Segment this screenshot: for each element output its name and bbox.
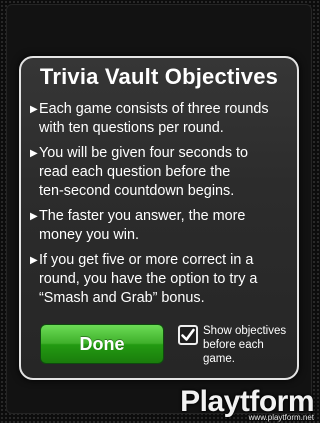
objectives-dialog: Trivia Vault Objectives ▶ Each game cons… xyxy=(19,56,299,380)
objective-line: round, you have the option to try a xyxy=(39,271,258,287)
watermark-url: www.playtform.net xyxy=(248,413,314,422)
bullet-arrow-icon: ▶ xyxy=(30,148,38,159)
bullet-arrow-icon: ▶ xyxy=(30,255,38,266)
done-button[interactable]: Done xyxy=(40,324,164,364)
objective-line: money you win. xyxy=(39,227,139,243)
objective-line: You will be given four seconds to xyxy=(39,145,249,161)
objective-line: “Smash and Grab” bonus. xyxy=(39,290,205,306)
objective-item: ▶ You will be given four seconds to read… xyxy=(30,144,302,201)
show-objectives-checkbox-wrap[interactable] xyxy=(178,325,198,345)
dialog-title: Trivia Vault Objectives xyxy=(39,64,279,89)
objective-item: ▶ Each game consists of three rounds wit… xyxy=(30,100,302,138)
bullet-arrow-icon: ▶ xyxy=(30,211,38,222)
objective-item: ▶ If you get five or more correct in a r… xyxy=(30,251,302,308)
objective-line: read each question before the xyxy=(39,164,231,180)
show-objectives-label-line: game. xyxy=(203,353,235,365)
show-objectives-label: Show objectives before each game. xyxy=(203,324,297,366)
objective-line: If you get five or more correct in a xyxy=(39,252,254,268)
bullet-arrow-icon: ▶ xyxy=(30,104,38,115)
objective-item: ▶ The faster you answer, the more money … xyxy=(30,207,302,245)
objective-line: Each game consists of three rounds xyxy=(39,101,269,117)
show-objectives-label-line: before each xyxy=(203,339,264,351)
objective-line: with ten questions per round. xyxy=(39,120,224,136)
objectives-list: ▶ Each game consists of three rounds wit… xyxy=(30,100,302,314)
checkmark-icon xyxy=(181,328,195,341)
show-objectives-checkbox[interactable] xyxy=(178,325,198,345)
objective-line: ten-second countdown begins. xyxy=(39,183,235,199)
objective-line: The faster you answer, the more xyxy=(39,208,246,224)
show-objectives-label-line: Show objectives xyxy=(203,325,287,337)
